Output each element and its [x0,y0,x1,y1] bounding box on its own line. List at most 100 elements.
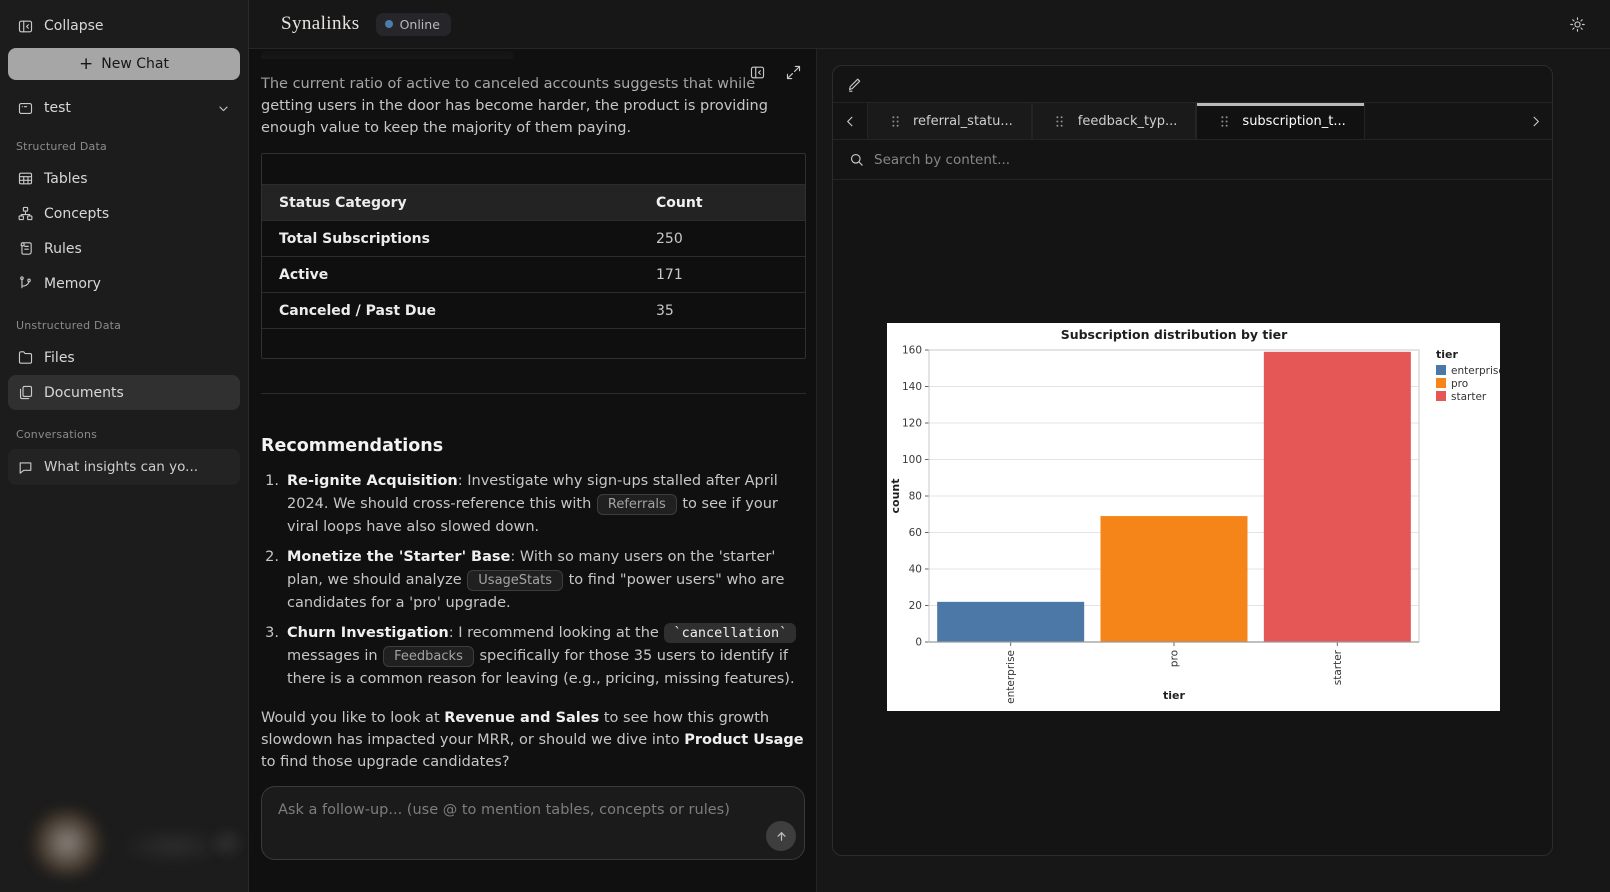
tier-bar-chart: 020406080100120140160enterpriseprostarte… [887,323,1500,711]
panel-toolbar [833,66,1552,103]
svg-text:100: 100 [902,454,922,466]
chat-panel: The current ratio of active to canceled … [249,49,817,892]
svg-text:140: 140 [902,381,922,393]
conversation-title: What insights can yo... [44,459,198,475]
chevron-left-icon [841,112,859,130]
documents-pages-icon [16,384,34,402]
bold-text: Revenue and Sales [444,710,599,726]
clipped-previous-heading [261,51,804,59]
list-marker: 2. [261,546,279,615]
expand-icon[interactable] [784,63,802,81]
cancellation-code-chip: `cancellation` [664,623,796,643]
table-cell-value: 35 [656,303,674,319]
svg-text:starter: starter [1332,649,1344,685]
list-item-text: Churn Investigation: I recommend looking… [287,622,806,691]
tabs-scroll-left-button[interactable] [833,103,867,139]
data-browser-panel: referral_statu... feedback_typ... subscr… [832,65,1553,856]
bold-text: Re-ignite Acquisition [287,473,458,489]
pencil-icon[interactable] [845,75,863,93]
tab-subscription-tier[interactable]: subscription_t... [1196,103,1364,139]
table-row: Total Subscriptions 250 [262,220,805,256]
sidebar-item-files[interactable]: Files [8,340,240,375]
table-cell-label: Active [262,267,656,283]
project-folder-icon [16,99,34,117]
sidebar-item-label: Documents [44,385,124,401]
online-dot-icon [385,20,393,28]
svg-text:count: count [889,479,902,514]
svg-text:tier: tier [1163,689,1185,702]
blurred-logo-glow [28,808,106,878]
tab-label: feedback_typ... [1078,114,1178,129]
list-item: 1. Re-ignite Acquisition: Investigate wh… [261,470,806,539]
svg-text:tier: tier [1436,348,1458,361]
list-marker: 3. [261,622,279,691]
svg-text:80: 80 [909,491,922,503]
svg-text:enterprise: enterprise [1005,650,1017,704]
sun-icon [1568,15,1586,33]
message-divider [261,393,806,394]
table-header-status-category: Status Category [262,195,656,211]
table-header-count: Count [656,195,703,211]
list-item-text: Re-ignite Acquisition: Investigate why s… [287,470,806,539]
tabs-scroll-right-button[interactable] [1518,103,1552,139]
svg-text:160: 160 [902,345,922,357]
send-button[interactable] [766,821,796,851]
conversation-item[interactable]: What insights can yo... [8,449,240,485]
plus-icon: + [79,54,93,74]
status-label: Online [400,17,440,32]
svg-text:60: 60 [909,527,922,539]
folder-icon [16,349,34,367]
blurred-dot [208,826,246,860]
project-row-test[interactable]: test [8,94,240,122]
grip-dots-icon [1215,112,1233,130]
new-chat-label: New Chat [101,56,169,72]
tab-feedback-type[interactable]: feedback_typ... [1032,103,1197,139]
recommendations-list: 1. Re-ignite Acquisition: Investigate wh… [261,470,806,691]
search-input[interactable] [874,152,1538,168]
svg-text:20: 20 [909,600,922,612]
table-tab-bar: referral_statu... feedback_typ... subscr… [833,103,1552,140]
sidebar: Collapse + New Chat test Structured Data… [0,0,249,892]
theme-toggle-button[interactable] [1568,15,1586,33]
section-conversations: Conversations [8,428,240,441]
usagestats-chip[interactable]: UsageStats [467,570,563,591]
tab-referral-status[interactable]: referral_statu... [867,103,1032,139]
referrals-chip[interactable]: Referrals [597,494,677,515]
sidebar-item-rules[interactable]: Rules [8,231,240,266]
tab-label: subscription_t... [1242,114,1345,129]
hierarchy-icon [16,205,34,223]
app-root: Collapse + New Chat test Structured Data… [0,0,1610,892]
list-item: 2. Monetize the 'Starter' Base: With so … [261,546,806,615]
section-unstructured-data: Unstructured Data [8,319,240,332]
tab-label: referral_statu... [913,114,1013,129]
status-badge: Online [376,13,451,36]
sidebar-item-memory[interactable]: Memory [8,266,240,301]
grip-dots-icon [1051,112,1069,130]
chevron-down-icon[interactable] [214,99,232,117]
follow-up-input[interactable] [278,795,750,825]
table-bottom-spacer [262,328,805,358]
svg-text:pro: pro [1451,378,1468,390]
sidebar-item-documents[interactable]: Documents [8,375,240,410]
project-name: test [44,100,71,116]
collapse-sidebar-button[interactable]: Collapse [8,12,240,40]
section-structured-data: Structured Data [8,140,240,153]
table-header-row: Status Category Count [262,184,805,220]
new-chat-button[interactable]: + New Chat [8,48,240,80]
panel-toggle-icon[interactable] [748,63,766,81]
content-search-bar [833,140,1552,180]
table-cell-label: Total Subscriptions [262,231,656,247]
chat-header-actions [748,63,802,81]
assistant-paragraph-closing: Would you like to look at Revenue and Sa… [261,707,804,773]
chat-message-area[interactable]: The current ratio of active to canceled … [249,49,816,777]
feedbacks-chip[interactable]: Feedbacks [383,646,474,667]
sidebar-item-label: Tables [44,171,88,187]
sidebar-item-tables[interactable]: Tables [8,161,240,196]
sidebar-item-concepts[interactable]: Concepts [8,196,240,231]
svg-text:enterprise: enterprise [1451,365,1500,377]
svg-text:120: 120 [902,418,922,430]
sidebar-item-label: Memory [44,276,101,292]
table-top-spacer [262,154,805,184]
panel-collapse-icon [16,17,34,35]
grip-dots-icon [886,112,904,130]
